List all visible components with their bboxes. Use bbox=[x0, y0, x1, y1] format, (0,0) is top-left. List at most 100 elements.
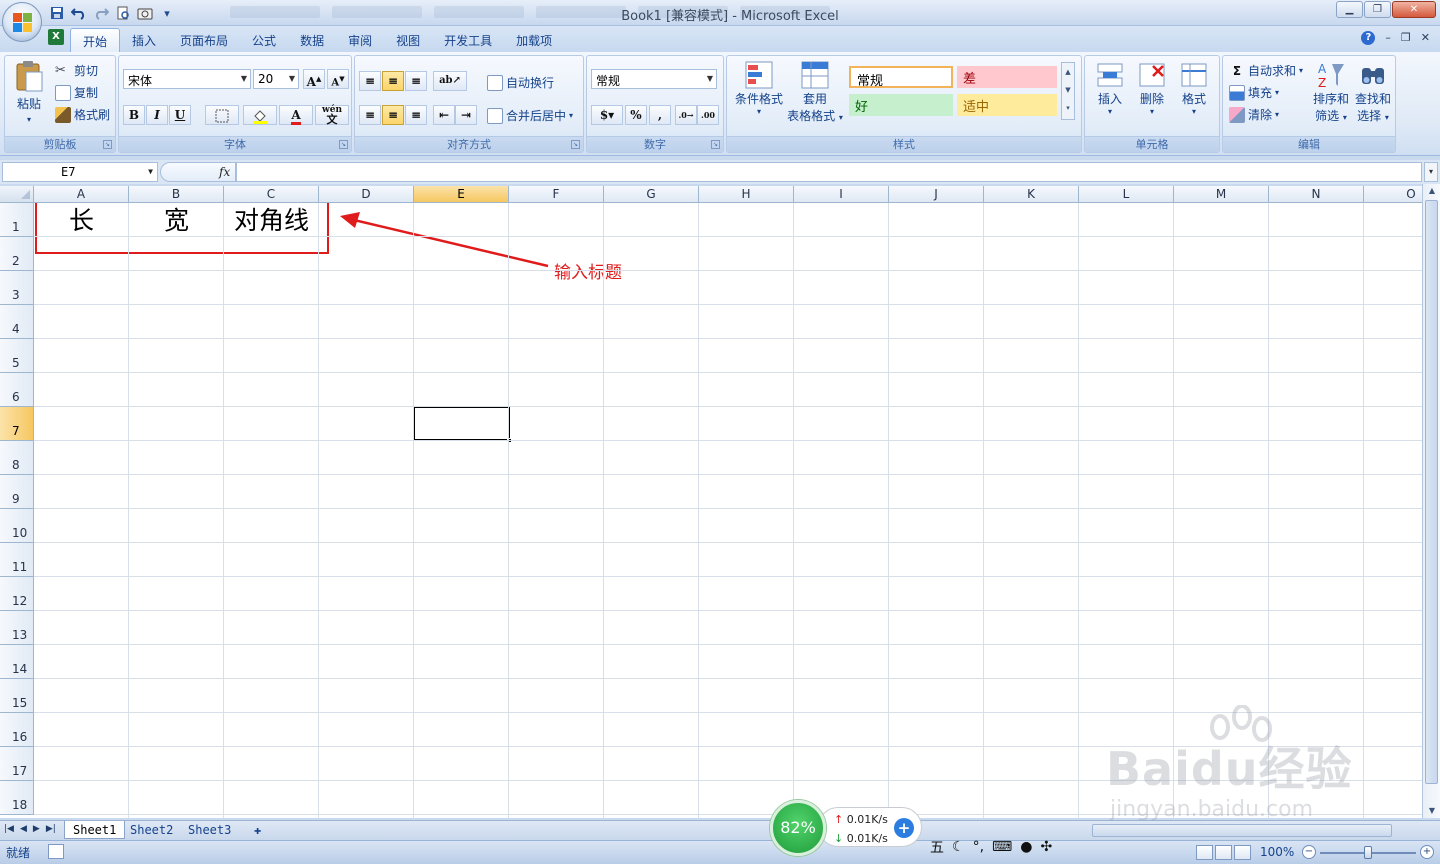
copy-button[interactable]: 复制 bbox=[55, 84, 98, 101]
zoom-slider[interactable]: − + bbox=[1302, 845, 1436, 861]
tab-6[interactable]: 视图 bbox=[384, 28, 432, 52]
apps-icon[interactable]: ✣ bbox=[1040, 839, 1052, 855]
moon-icon[interactable]: ☾ bbox=[952, 839, 965, 855]
column-header[interactable]: C bbox=[224, 186, 319, 203]
column-header[interactable]: G bbox=[604, 186, 699, 203]
column-header[interactable]: O bbox=[1364, 186, 1422, 203]
print-preview-icon[interactable] bbox=[114, 5, 132, 21]
restore-icon[interactable]: ❐ bbox=[1364, 1, 1391, 18]
increase-indent-icon[interactable]: ⇥ bbox=[455, 105, 477, 125]
vertical-scrollbar[interactable]: ▲ ▼ bbox=[1422, 184, 1440, 818]
row-header[interactable]: 11 bbox=[0, 543, 34, 577]
orientation-icon[interactable]: ab↗ bbox=[433, 71, 467, 91]
prev-sheet-icon[interactable]: ◀ bbox=[20, 824, 27, 834]
expand-formula-icon[interactable]: ▾ bbox=[1424, 162, 1438, 182]
last-sheet-icon[interactable]: ▶| bbox=[46, 824, 56, 834]
align-middle-icon[interactable]: ≡ bbox=[382, 71, 404, 91]
plus-icon[interactable]: + bbox=[894, 818, 914, 838]
tab-1[interactable]: 插入 bbox=[120, 28, 168, 52]
camera-icon[interactable] bbox=[136, 5, 154, 21]
sheet-tab[interactable]: Sheet2 bbox=[122, 821, 181, 839]
tab-2[interactable]: 页面布局 bbox=[168, 28, 240, 52]
column-header[interactable]: I bbox=[794, 186, 889, 203]
ribbon-close-icon[interactable]: ✕ bbox=[1421, 31, 1430, 45]
ime-mode[interactable]: 五 bbox=[930, 837, 944, 857]
style-normal[interactable]: 常规 bbox=[849, 66, 953, 89]
style-good[interactable]: 好 bbox=[849, 94, 953, 116]
undo-icon[interactable] bbox=[70, 5, 88, 21]
align-left-icon[interactable]: ≡ bbox=[359, 105, 381, 125]
clipboard-launcher-icon[interactable]: ↘ bbox=[103, 140, 112, 149]
tab-7[interactable]: 开发工具 bbox=[432, 28, 504, 52]
row-header[interactable]: 12 bbox=[0, 577, 34, 611]
row-header[interactable]: 16 bbox=[0, 713, 34, 747]
tab-5[interactable]: 审阅 bbox=[336, 28, 384, 52]
align-top-icon[interactable]: ≡ bbox=[359, 71, 381, 91]
tab-3[interactable]: 公式 bbox=[240, 28, 288, 52]
row-header[interactable]: 9 bbox=[0, 475, 34, 509]
format-painter-button[interactable]: 格式刷 bbox=[55, 106, 110, 123]
redo-icon[interactable] bbox=[92, 5, 110, 21]
column-header[interactable]: F bbox=[509, 186, 604, 203]
underline-button[interactable]: U bbox=[169, 105, 191, 125]
column-header[interactable]: B bbox=[129, 186, 224, 203]
borders-button[interactable] bbox=[205, 105, 239, 125]
row-header[interactable]: 13 bbox=[0, 611, 34, 645]
format-cells-button[interactable]: 格式 ▾ bbox=[1175, 60, 1213, 116]
macro-record-icon[interactable] bbox=[48, 844, 64, 859]
decrease-decimal-icon[interactable]: .00 bbox=[697, 105, 719, 125]
punctuation-icon[interactable]: °, bbox=[973, 839, 984, 855]
column-header[interactable]: A bbox=[34, 186, 129, 203]
page-break-view-icon[interactable] bbox=[1234, 845, 1251, 860]
column-header[interactable]: L bbox=[1079, 186, 1174, 203]
row-header[interactable]: 10 bbox=[0, 509, 34, 543]
align-center-icon[interactable]: ≡ bbox=[382, 105, 404, 125]
row-header[interactable]: 15 bbox=[0, 679, 34, 713]
tab-8[interactable]: 加载项 bbox=[504, 28, 564, 52]
sheet-tab[interactable]: Sheet3 bbox=[180, 821, 239, 839]
column-header[interactable]: M bbox=[1174, 186, 1269, 203]
row-header[interactable]: 3 bbox=[0, 271, 34, 305]
column-header[interactable]: D bbox=[319, 186, 414, 203]
column-header[interactable]: N bbox=[1269, 186, 1364, 203]
zoom-level[interactable]: 100% bbox=[1260, 845, 1294, 859]
row-header[interactable]: 5 bbox=[0, 339, 34, 373]
cut-button[interactable]: ✂ 剪切 bbox=[55, 62, 98, 79]
font-name-select[interactable]: 宋体 ▼ bbox=[123, 69, 251, 89]
row-header[interactable]: 18 bbox=[0, 781, 34, 815]
active-cell-E7[interactable] bbox=[413, 406, 512, 443]
row-header[interactable]: 2 bbox=[0, 237, 34, 271]
styles-gallery-scroll[interactable]: ▲ ▼ ▾ bbox=[1061, 62, 1075, 120]
align-bottom-icon[interactable]: ≡ bbox=[405, 71, 427, 91]
align-right-icon[interactable]: ≡ bbox=[405, 105, 427, 125]
row-header[interactable]: 14 bbox=[0, 645, 34, 679]
name-box[interactable]: E7 ▼ bbox=[2, 162, 158, 182]
autosum-button[interactable]: Σ 自动求和 ▾ bbox=[1229, 62, 1303, 79]
insert-cells-button[interactable]: 插入 ▾ bbox=[1091, 60, 1129, 116]
column-header[interactable]: J bbox=[889, 186, 984, 203]
row-header[interactable]: 6 bbox=[0, 373, 34, 407]
grow-font-button[interactable]: A▲ bbox=[303, 69, 325, 89]
first-sheet-icon[interactable]: |◀ bbox=[4, 824, 14, 834]
horizontal-scrollbar[interactable] bbox=[1092, 824, 1392, 837]
shrink-font-button[interactable]: A▼ bbox=[327, 69, 349, 89]
normal-view-icon[interactable] bbox=[1196, 845, 1213, 860]
delete-cells-button[interactable]: 删除 ▾ bbox=[1133, 60, 1171, 116]
zoom-knob[interactable] bbox=[1364, 846, 1372, 859]
row-header[interactable]: 8 bbox=[0, 441, 34, 475]
sort-filter-button[interactable]: AZ 排序和 筛选 ▾ bbox=[1311, 60, 1351, 124]
clear-button[interactable]: 清除 ▾ bbox=[1229, 106, 1279, 123]
chevron-down-icon[interactable]: ▼ bbox=[148, 167, 153, 176]
network-speed-widget[interactable]: 82% ↑ 0.01K/s ↓ 0.01K/s + bbox=[770, 800, 922, 856]
fill-color-button[interactable] bbox=[243, 105, 277, 125]
column-header[interactable]: E bbox=[414, 186, 509, 203]
paste-dropdown-icon[interactable]: ▾ bbox=[27, 115, 31, 124]
alignment-launcher-icon[interactable]: ↘ bbox=[571, 140, 580, 149]
phonetic-button[interactable]: wén 文 bbox=[315, 105, 349, 125]
insert-sheet-icon[interactable]: ✚ bbox=[246, 821, 269, 839]
customize-icon[interactable]: ▾ bbox=[158, 5, 176, 21]
column-header[interactable]: H bbox=[699, 186, 794, 203]
merge-center-button[interactable]: 合并后居中 ▾ bbox=[487, 107, 573, 124]
next-sheet-icon[interactable]: ▶ bbox=[33, 824, 40, 834]
format-as-table-button[interactable]: 套用 表格格式 ▾ bbox=[785, 60, 845, 124]
